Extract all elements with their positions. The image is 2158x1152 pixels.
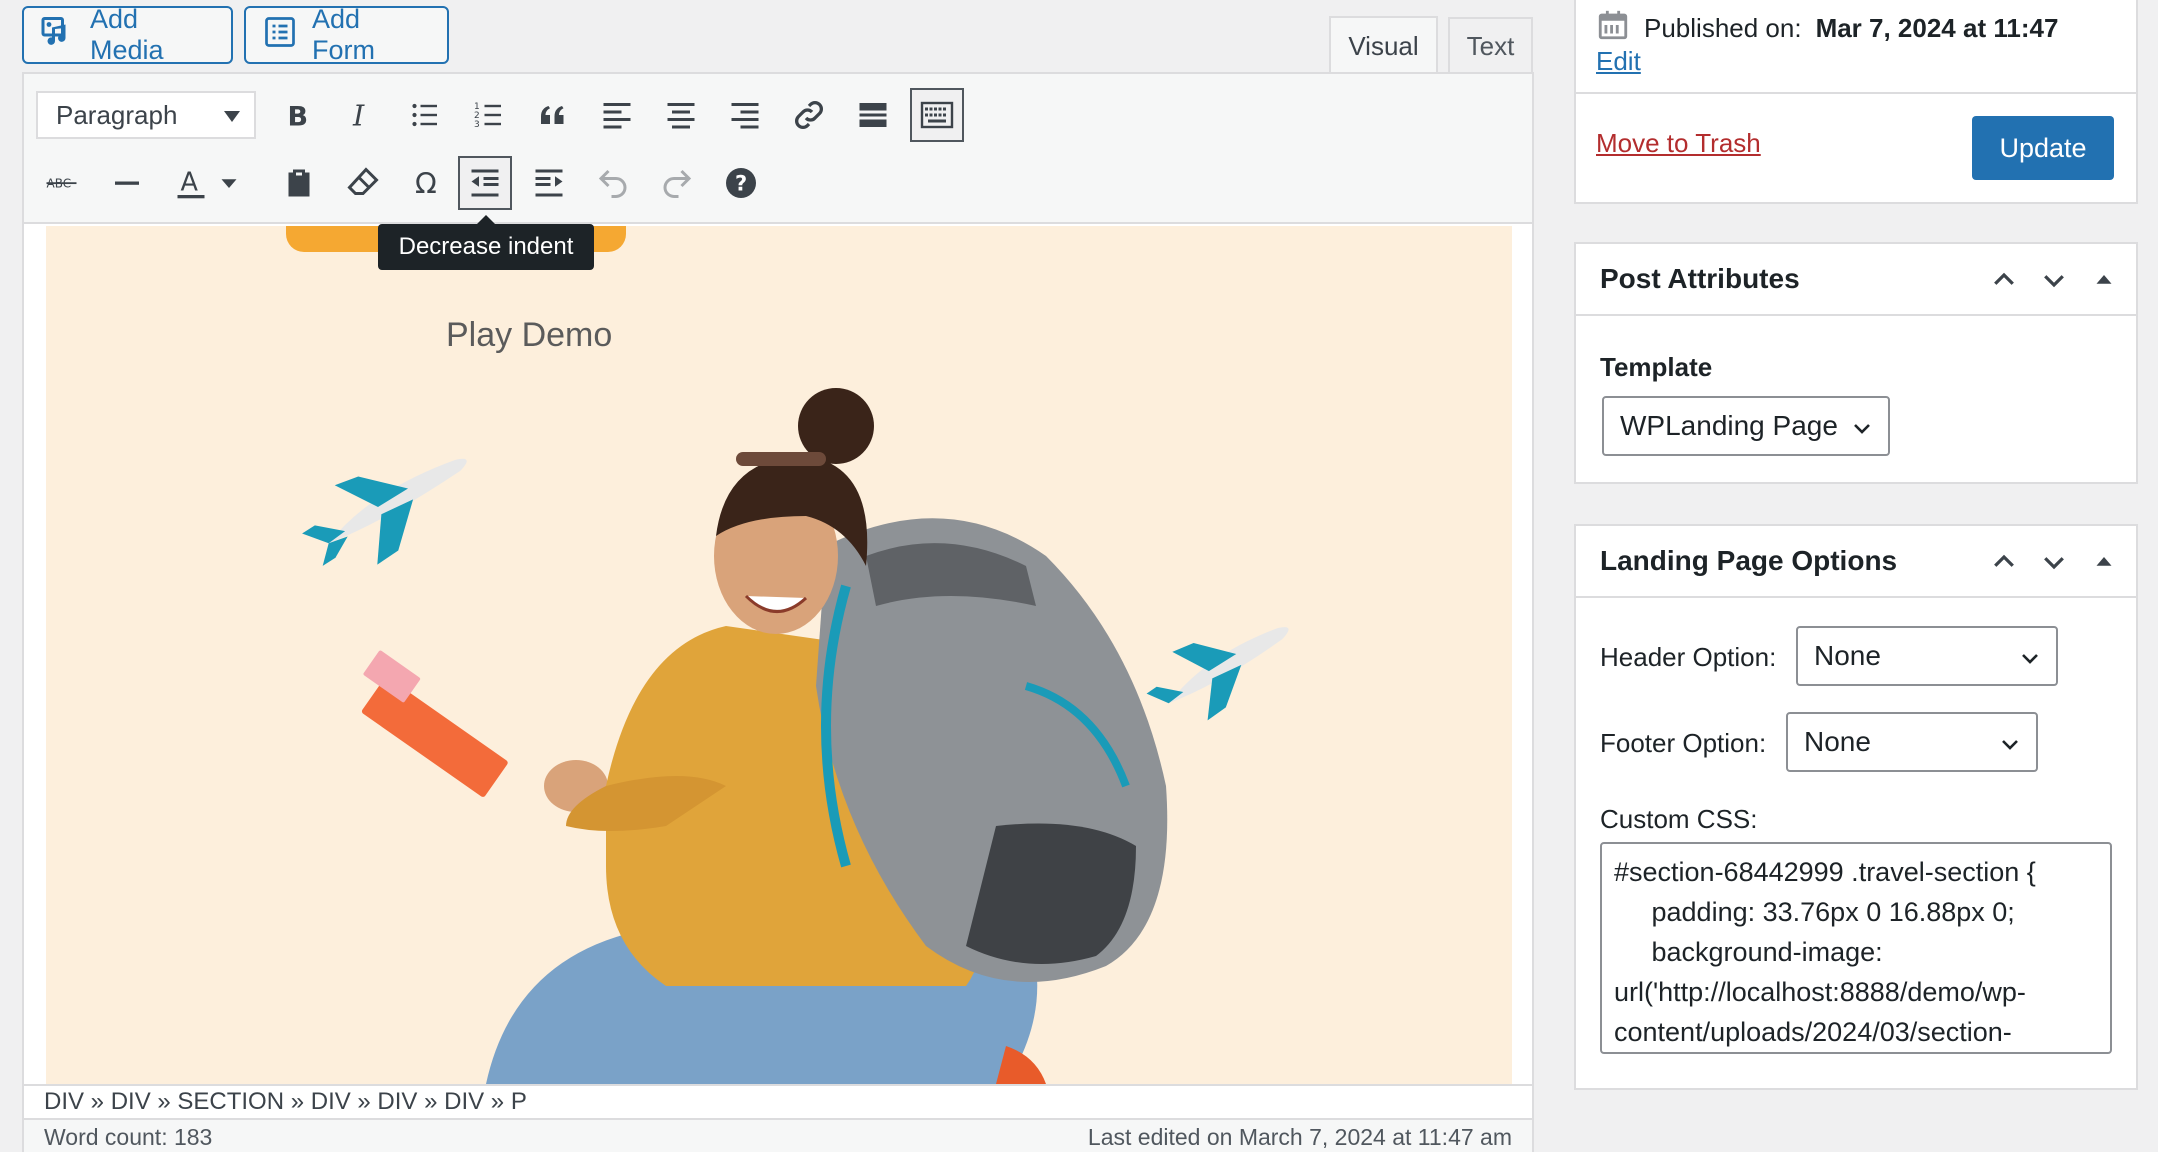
header-option-value: None	[1814, 640, 1881, 671]
toolbar-toggle-button[interactable]	[910, 88, 964, 142]
update-button[interactable]: Update	[1972, 116, 2114, 180]
format-select[interactable]: Paragraph	[36, 91, 256, 139]
footer-option-label: Footer Option:	[1600, 728, 1767, 758]
insert-link-button[interactable]	[782, 88, 836, 142]
svg-text:A: A	[181, 168, 199, 198]
calendar-icon	[1596, 8, 1630, 49]
content-area[interactable]: Play Demo	[46, 226, 1512, 1084]
caret-down-icon	[224, 111, 240, 122]
post-attributes-panel: Post Attributes Template WPLanding Page	[1574, 242, 2138, 484]
outdent-button[interactable]	[458, 156, 512, 210]
italic-button[interactable]: I	[335, 88, 389, 142]
undo-icon[interactable]	[586, 156, 640, 210]
publish-panel: Published on: Mar 7, 2024 at 11:47 Edit …	[1574, 0, 2138, 204]
published-date: Mar 7, 2024 at 11:47	[1815, 13, 2059, 43]
footer-option-value: None	[1804, 726, 1871, 757]
align-center-button[interactable]	[654, 88, 708, 142]
form-icon	[262, 14, 298, 57]
template-select-value: WPLanding Page	[1620, 410, 1838, 441]
template-select[interactable]: WPLanding Page	[1602, 396, 1890, 456]
text-color-dropdown-icon[interactable]	[214, 156, 244, 210]
footer-option-select[interactable]: None	[1786, 712, 2038, 772]
chevron-down-icon	[2022, 654, 2038, 664]
horizontal-line-button[interactable]	[100, 156, 154, 210]
text-color-button[interactable]: A	[164, 156, 218, 210]
add-form-button[interactable]: Add Form	[244, 4, 449, 65]
chevron-up-icon[interactable]	[1986, 544, 2022, 580]
chevron-down-icon	[1854, 424, 1870, 434]
editor-toolbar: Paragraph B I 123 ABC A Ω ?	[24, 74, 1532, 224]
collapse-triangle-icon[interactable]	[2086, 262, 2122, 298]
divider	[1576, 92, 2136, 94]
word-count: Word count: 183	[44, 1123, 213, 1150]
custom-css-label: Custom CSS:	[1600, 804, 1758, 834]
clear-formatting-button[interactable]	[336, 156, 390, 210]
svg-text:I: I	[352, 100, 365, 133]
landing-page-options-panel: Landing Page Options Header Option: None…	[1574, 524, 2138, 1090]
tab-text[interactable]: Text	[1448, 17, 1533, 73]
special-character-button[interactable]: Ω	[400, 156, 454, 210]
numbered-list-button[interactable]: 123	[462, 88, 516, 142]
panel-header: Landing Page Options	[1576, 526, 2136, 598]
add-form-label: Add Form	[312, 4, 375, 65]
chevron-down-icon[interactable]	[2036, 262, 2072, 298]
hero-image	[302, 388, 1289, 1084]
status-bar: Word count: 183 Last edited on March 7, …	[24, 1118, 1532, 1152]
chevron-down-icon[interactable]	[2036, 544, 2072, 580]
bullet-list-button[interactable]	[398, 88, 452, 142]
paste-text-button[interactable]	[272, 156, 326, 210]
move-to-trash-link[interactable]: Move to Trash	[1596, 128, 1761, 159]
align-left-button[interactable]	[590, 88, 644, 142]
svg-text:Ω: Ω	[415, 168, 437, 201]
align-right-button[interactable]	[718, 88, 772, 142]
read-more-button[interactable]	[846, 88, 900, 142]
svg-text:?: ?	[735, 172, 747, 196]
tab-visual[interactable]: Visual	[1329, 16, 1438, 74]
bold-button[interactable]: B	[271, 88, 325, 142]
media-icon	[40, 14, 76, 57]
editor: Paragraph B I 123 ABC A Ω ? Decrease ind…	[22, 72, 1534, 1152]
published-row: Published on: Mar 7, 2024 at 11:47	[1596, 8, 2058, 49]
collapse-triangle-icon[interactable]	[2086, 544, 2122, 580]
tooltip: Decrease indent	[378, 215, 594, 270]
redo-icon[interactable]	[650, 156, 704, 210]
panel-header: Post Attributes	[1576, 244, 2136, 316]
svg-text:3: 3	[474, 120, 480, 130]
panel-title: Post Attributes	[1600, 263, 1800, 294]
panel-title: Landing Page Options	[1600, 545, 1898, 576]
indent-button[interactable]	[522, 156, 576, 210]
published-label: Published on:	[1644, 13, 1802, 43]
edit-date-link[interactable]: Edit	[1596, 46, 1641, 77]
add-media-label: Add Media	[90, 4, 164, 65]
blockquote-button[interactable]	[526, 88, 580, 142]
custom-css-textarea[interactable]: #section-68442999 .travel-section { padd…	[1600, 842, 2112, 1054]
format-select-value: Paragraph	[56, 99, 178, 130]
header-option-label: Header Option:	[1600, 642, 1777, 672]
chevron-down-icon	[2002, 740, 2018, 750]
svg-text:B: B	[288, 102, 309, 133]
template-label: Template	[1600, 352, 1713, 382]
header-option-select[interactable]: None	[1796, 626, 2058, 686]
last-edited: Last edited on March 7, 2024 at 11:47 am	[1087, 1123, 1512, 1150]
strikethrough-button[interactable]: ABC	[36, 156, 90, 210]
chevron-up-icon[interactable]	[1986, 262, 2022, 298]
element-path: DIV » DIV » SECTION » DIV » DIV » DIV » …	[24, 1084, 1532, 1118]
add-media-button[interactable]: Add Media	[22, 4, 233, 65]
help-icon[interactable]: ?	[714, 156, 768, 210]
